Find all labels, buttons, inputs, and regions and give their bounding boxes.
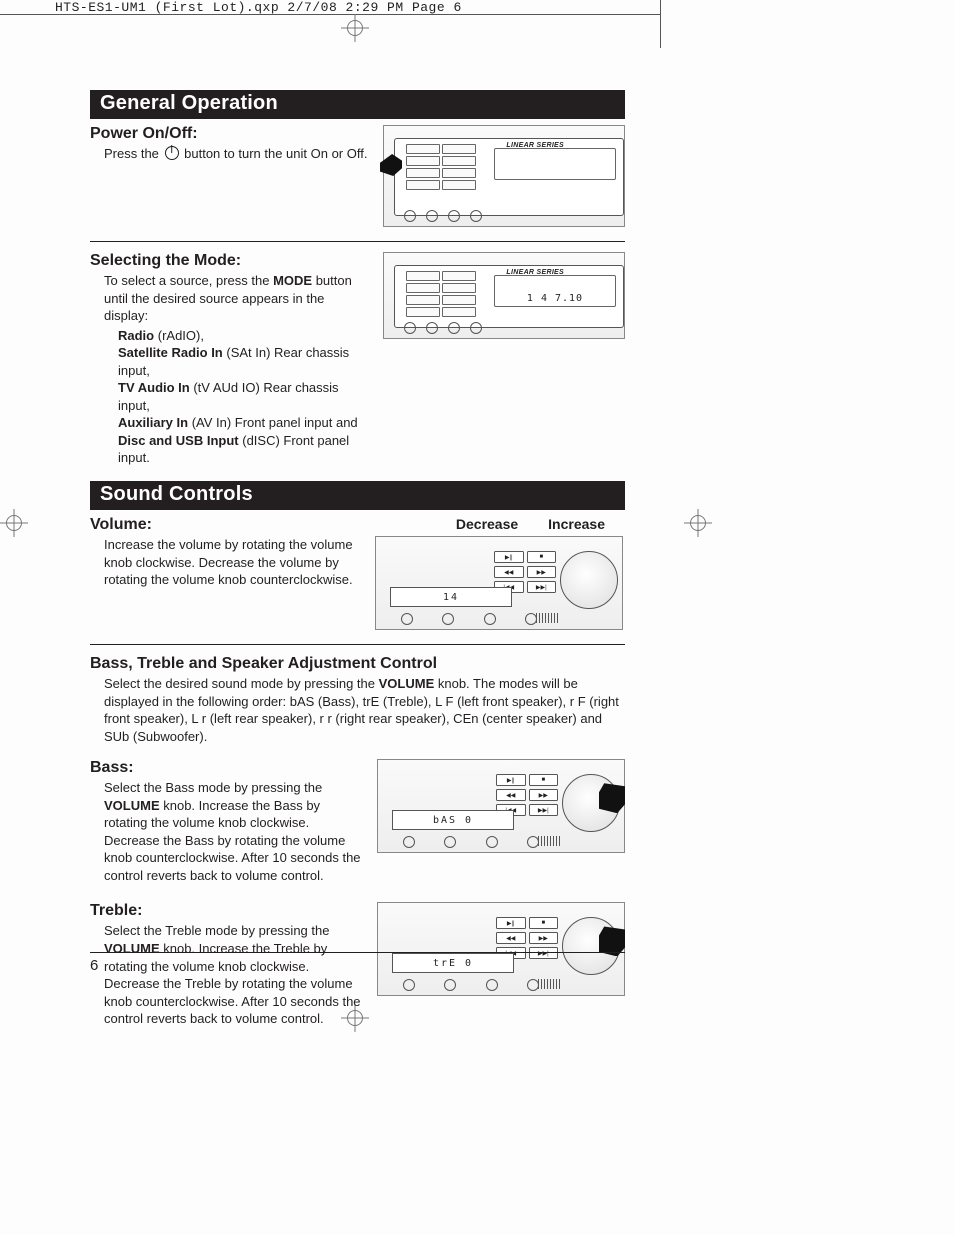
figure-lcd	[494, 148, 616, 180]
block-bass: Bass: Select the Bass mode by pressing t…	[90, 759, 625, 884]
text-mode-intro: To select a source, press the MODE butto…	[104, 272, 371, 325]
heading-mode: Selecting the Mode:	[90, 252, 371, 270]
text-treble: Select the Treble mode by pressing the V…	[104, 922, 365, 1027]
text-bte: Select the desired sound mode by pressin…	[104, 675, 625, 745]
figure-lcd: bAS 0	[392, 810, 514, 830]
register-mark-right	[684, 509, 712, 537]
cropmark-text: HTS-ES1-UM1 (First Lot).qxp 2/7/08 2:29 …	[55, 0, 462, 15]
heading-bass: Bass:	[90, 759, 365, 777]
text-volume: Increase the volume by rotating the volu…	[104, 536, 363, 589]
divider	[90, 644, 625, 645]
block-power: Power On/Off: Press the button to turn t…	[90, 125, 625, 227]
block-bte: Bass, Treble and Speaker Adjustment Cont…	[90, 655, 625, 745]
divider	[90, 241, 625, 242]
label-increase: Increase	[548, 516, 605, 532]
cropmark-rule-v	[660, 0, 661, 48]
register-mark-left	[0, 509, 28, 537]
block-mode: Selecting the Mode: To select a source, …	[90, 252, 625, 467]
page-content: General Operation Power On/Off: Press th…	[90, 90, 625, 1036]
mode-list: Radio (rAdIO), Satellite Radio In (SAt I…	[118, 327, 371, 467]
heading-volume: Volume:	[90, 516, 363, 534]
text-power: Press the button to turn the unit On or …	[104, 145, 371, 163]
text-bass: Select the Bass mode by pressing the VOL…	[104, 779, 365, 884]
figure-volume: ▶||■◀◀▶▶|◀◀▶▶| 14	[375, 536, 623, 630]
volume-knob-icon	[560, 551, 618, 609]
figure-lcd: 1 4 7.10	[494, 275, 616, 307]
heading-treble: Treble:	[90, 902, 365, 920]
power-icon	[165, 146, 179, 160]
figure-mode: LINEAR SERIES 1 4 7.10	[383, 252, 625, 339]
volume-direction-labels: Decrease Increase	[375, 516, 625, 532]
volume-knob-icon	[562, 774, 620, 832]
register-mark-top	[341, 14, 369, 42]
page-number: 6	[90, 952, 625, 974]
section-bar-sound-controls: Sound Controls	[90, 481, 625, 510]
figure-lcd: 14	[390, 587, 512, 607]
block-volume: Volume: Increase the volume by rotating …	[90, 516, 625, 630]
section-bar-general-operation: General Operation	[90, 90, 625, 119]
label-decrease: Decrease	[456, 516, 518, 532]
heading-bte: Bass, Treble and Speaker Adjustment Cont…	[90, 655, 625, 673]
figure-bass: ▶||■◀◀▶▶|◀◀▶▶| bAS 0	[377, 759, 625, 853]
figure-treble: ▶||■◀◀▶▶|◀◀▶▶| trE 0	[377, 902, 625, 996]
text-power-b: button to turn the unit On or Off.	[181, 146, 368, 161]
text-power-a: Press the	[104, 146, 163, 161]
figure-power: LINEAR SERIES	[383, 125, 625, 227]
heading-power: Power On/Off:	[90, 125, 371, 143]
